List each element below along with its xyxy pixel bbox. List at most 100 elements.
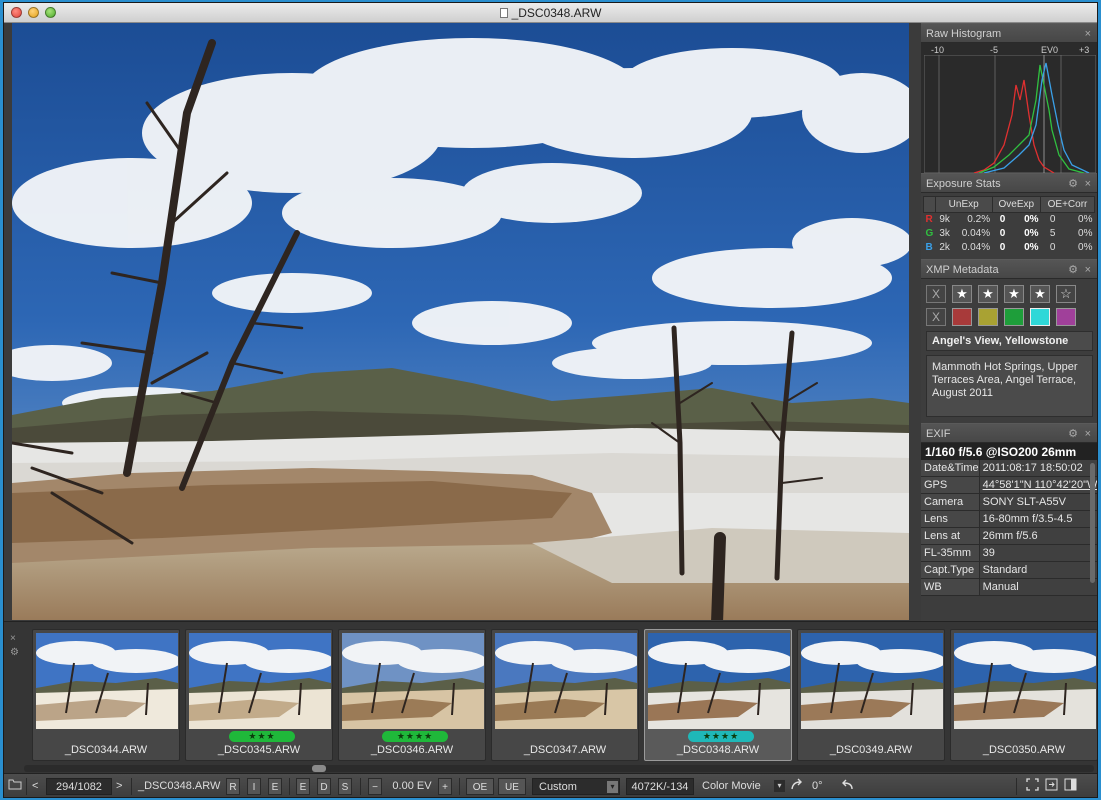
gear-icon[interactable]: ⚙ bbox=[10, 646, 19, 660]
folder-icon[interactable] bbox=[8, 778, 22, 795]
filmstrip-thumbnail[interactable]: _DSC0344.ARW bbox=[32, 629, 180, 761]
thumbnail-filename: _DSC0348.ARW bbox=[676, 744, 760, 756]
table-header: UnExp bbox=[934, 196, 993, 213]
chevron-down-icon: ▾ bbox=[774, 780, 785, 792]
reject-button[interactable]: X bbox=[926, 284, 946, 303]
color-mode-select[interactable]: Color Movie ▾ bbox=[702, 778, 786, 795]
profile-select[interactable]: Custom ▾ bbox=[532, 778, 620, 795]
exif-row: Capt.Type Standard bbox=[921, 561, 1097, 579]
stat-value: 5 bbox=[1049, 228, 1056, 239]
edit-button[interactable]: E bbox=[296, 778, 310, 795]
gear-icon[interactable]: ⚙ bbox=[1068, 174, 1078, 194]
window-title-wrap: _DSC0348.ARW bbox=[4, 6, 1097, 20]
rotate-right-icon[interactable] bbox=[790, 778, 804, 795]
ev-decrease-button[interactable]: − bbox=[368, 778, 382, 795]
exif-panel: 1/160 f/5.6 @ISO200 26mm Date&Time 2011:0… bbox=[921, 442, 1097, 596]
close-icon[interactable]: × bbox=[1085, 24, 1091, 44]
previous-image-button[interactable]: < bbox=[32, 778, 42, 795]
filmstrip-thumbnail[interactable]: ★★★ _DSC0345.ARW bbox=[185, 629, 333, 761]
scrollbar-thumb[interactable] bbox=[312, 765, 326, 772]
close-icon[interactable]: × bbox=[1085, 174, 1091, 194]
caption-title[interactable]: Angel's View, Yellowstone bbox=[926, 330, 1093, 351]
clear-label-button[interactable]: X bbox=[926, 307, 946, 326]
thumbnail-image bbox=[954, 633, 1096, 729]
exposure-stats-table: UnExp OveExp OE+Corr R 9k 0.2% 0 0% 0 0% G 3k 0.0… bbox=[923, 196, 1095, 255]
image-viewer[interactable] bbox=[12, 23, 909, 620]
undo-icon[interactable] bbox=[840, 778, 854, 795]
filmstrip-thumbnail[interactable]: _DSC0350.ARW bbox=[950, 629, 1097, 761]
d-button[interactable]: D bbox=[317, 778, 331, 795]
histogram-title: Raw Histogram bbox=[926, 28, 1002, 40]
exif-key: Camera bbox=[921, 493, 980, 511]
close-icon[interactable]: × bbox=[1085, 260, 1091, 280]
exif-header[interactable]: EXIF ⚙ × bbox=[921, 422, 1097, 444]
exif-title: EXIF bbox=[926, 427, 951, 440]
next-image-button[interactable]: > bbox=[116, 778, 126, 795]
star-2-button[interactable]: ★ bbox=[978, 284, 998, 303]
thumbnail-image bbox=[648, 633, 790, 729]
exif-key: Capt.Type bbox=[921, 561, 980, 579]
exif-value[interactable]: 44°58'1"N 110°42'20"W bbox=[979, 476, 1097, 494]
exposure-stats-header[interactable]: Exposure Stats ⚙ × bbox=[921, 173, 1097, 193]
color-label-yellow[interactable] bbox=[978, 307, 998, 326]
color-label-red[interactable] bbox=[952, 307, 972, 326]
histogram-header[interactable]: Raw Histogram × bbox=[921, 23, 1097, 43]
xmp-metadata: X ★ ★ ★ ★ ☆ X Angel's View, Yellowstone … bbox=[921, 278, 1097, 423]
exif-value: Standard bbox=[979, 561, 1097, 579]
white-balance-value: 4072K/-134 bbox=[626, 778, 694, 795]
gear-icon[interactable]: ⚙ bbox=[1068, 424, 1078, 444]
xmp-header[interactable]: XMP Metadata ⚙ × bbox=[921, 258, 1097, 280]
stats-row: G 3k 0.04% 0 0% 5 0% bbox=[924, 227, 1095, 241]
close-icon[interactable]: × bbox=[1085, 424, 1091, 444]
r-button[interactable]: R bbox=[226, 778, 240, 795]
table-header: OE+Corr bbox=[1040, 196, 1095, 213]
filmstrip-thumbnail[interactable]: _DSC0349.ARW bbox=[797, 629, 945, 761]
ev-value: 0.00 EV bbox=[392, 780, 432, 792]
thumbnail-image bbox=[801, 633, 943, 729]
rating-badge: ★★★★ bbox=[688, 731, 754, 742]
star-1-button[interactable]: ★ bbox=[952, 284, 972, 303]
overexposure-button[interactable]: OE bbox=[466, 778, 494, 795]
underexposure-button[interactable]: UE bbox=[498, 778, 526, 795]
star-4-button[interactable]: ★ bbox=[1030, 284, 1050, 303]
thumbnail-filename: _DSC0347.ARW bbox=[523, 744, 607, 756]
chevron-down-icon: ▾ bbox=[607, 781, 618, 793]
fullscreen-icon[interactable] bbox=[1026, 778, 1040, 795]
main-photo bbox=[12, 23, 909, 620]
stats-row: R 9k 0.2% 0 0% 0 0% bbox=[924, 213, 1095, 227]
star-3-button[interactable]: ★ bbox=[1004, 284, 1024, 303]
filmstrip-thumbnail[interactable]: ★★★★ _DSC0348.ARW bbox=[644, 629, 792, 761]
star-5-button[interactable]: ☆ bbox=[1056, 284, 1076, 303]
color-label-purple[interactable] bbox=[1056, 307, 1076, 326]
stat-value: 0.04% bbox=[961, 228, 991, 239]
close-icon[interactable]: × bbox=[10, 632, 19, 646]
exposure-stats: UnExp OveExp OE+Corr R 9k 0.2% 0 0% 0 0% G 3k 0.0… bbox=[921, 193, 1097, 259]
filmstrip-thumbnail[interactable]: _DSC0347.ARW bbox=[491, 629, 639, 761]
color-label-cyan[interactable] bbox=[1030, 307, 1050, 326]
separator bbox=[289, 778, 290, 795]
side-panels: Raw Histogram × -10 -5 EV0 +3 Exposure S… bbox=[921, 23, 1097, 621]
window-title: _DSC0348.ARW bbox=[511, 6, 602, 20]
i-button[interactable]: I bbox=[247, 778, 261, 795]
gear-icon[interactable]: ⚙ bbox=[1068, 260, 1078, 280]
filmstrip-thumbnail[interactable]: ★★★★ _DSC0346.ARW bbox=[338, 629, 486, 761]
thumbnail-image bbox=[189, 633, 331, 729]
layout-icon[interactable] bbox=[1064, 778, 1078, 795]
exif-key: GPS bbox=[921, 476, 980, 494]
exif-value: 2011:08:17 18:50:02 bbox=[979, 459, 1097, 477]
exif-row: Lens at 26mm f/5.6 bbox=[921, 527, 1097, 545]
channel-label: R bbox=[925, 214, 933, 226]
title-bar: _DSC0348.ARW bbox=[4, 3, 1097, 23]
exif-value: 39 bbox=[979, 544, 1097, 562]
thumbnail-image bbox=[36, 633, 178, 729]
exif-value: 26mm f/5.6 bbox=[979, 527, 1097, 545]
caption-description[interactable]: Mammoth Hot Springs, Upper Terraces Area… bbox=[926, 354, 1093, 417]
bottom-toolbar: < 294/1082 > _DSC0348.ARW R I E E D S − … bbox=[4, 773, 1097, 797]
e-button[interactable]: E bbox=[268, 778, 282, 795]
s-button[interactable]: S bbox=[338, 778, 352, 795]
ev-increase-button[interactable]: + bbox=[438, 778, 452, 795]
color-label-green[interactable] bbox=[1004, 307, 1024, 326]
exif-scrollbar[interactable] bbox=[1090, 462, 1095, 583]
fit-window-icon[interactable] bbox=[1045, 778, 1059, 795]
filmstrip-scrollbar[interactable] bbox=[24, 765, 1094, 772]
